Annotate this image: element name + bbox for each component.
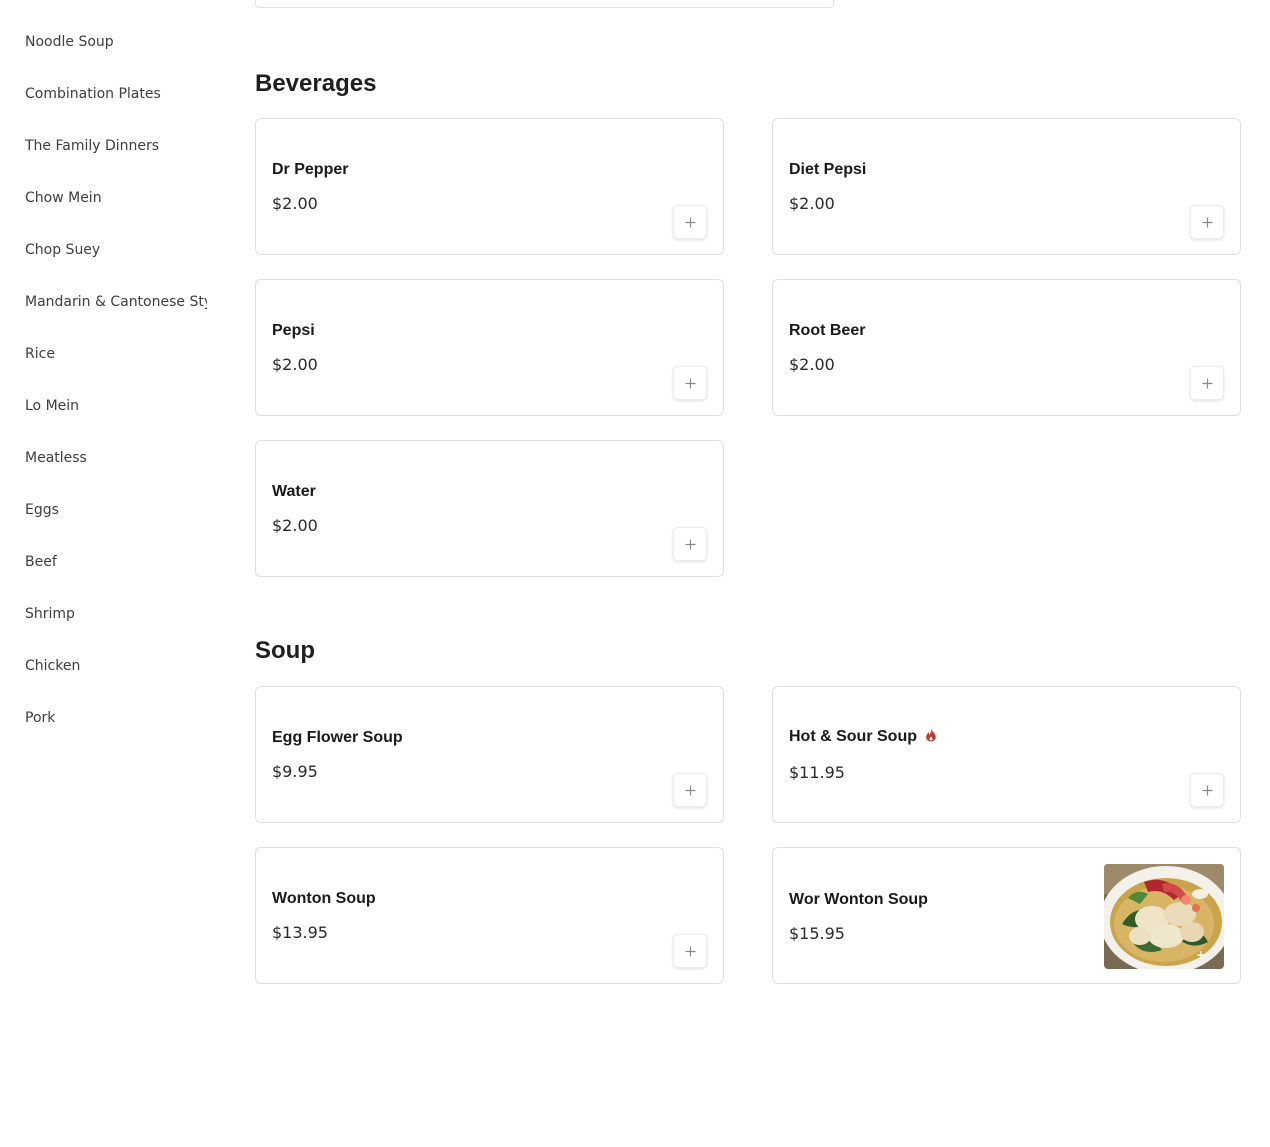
sidebar-item-pork[interactable]: Pork	[25, 706, 207, 730]
item-name: Dr Pepper	[272, 161, 349, 178]
item-price: $2.00	[272, 355, 318, 374]
item-price: $15.95	[789, 924, 845, 943]
plus-icon	[685, 785, 695, 795]
item-price: $2.00	[789, 194, 835, 213]
sidebar-item-rice[interactable]: Rice	[25, 342, 207, 366]
food-photo-image	[1104, 864, 1224, 969]
sidebar-item-mandarin-cantonese[interactable]: Mandarin & Cantonese Style	[25, 290, 207, 314]
plus-icon	[1202, 378, 1212, 388]
plus-icon	[685, 378, 695, 388]
add-item-button[interactable]	[673, 773, 707, 807]
item-name: Wonton Soup	[272, 890, 376, 907]
item-price: $13.95	[272, 923, 328, 942]
add-item-button[interactable]	[1190, 205, 1224, 239]
wonton-soup-photo	[1104, 864, 1224, 969]
menu-item-card-partial[interactable]	[255, 0, 834, 8]
plus-icon	[1202, 217, 1212, 227]
add-item-button[interactable]	[1190, 773, 1224, 807]
plus-icon	[1202, 785, 1212, 795]
section-title-soup: Soup	[255, 637, 315, 664]
item-name: Root Beer	[789, 322, 866, 339]
item-name: Wor Wonton Soup	[789, 891, 928, 908]
add-item-button[interactable]	[673, 527, 707, 561]
plus-icon[interactable]	[1197, 951, 1205, 959]
menu-item-card[interactable]: Hot & Sour Soup $11.95	[772, 686, 1241, 823]
sidebar-item-family-dinners[interactable]: The Family Dinners	[25, 134, 207, 158]
menu-item-card[interactable]: Dr Pepper $2.00	[255, 118, 724, 255]
menu-item-card[interactable]: Diet Pepsi $2.00	[772, 118, 1241, 255]
spicy-flame-icon	[926, 728, 936, 742]
add-item-button[interactable]	[673, 934, 707, 968]
item-price: $2.00	[789, 355, 835, 374]
sidebar-item-eggs[interactable]: Eggs	[25, 498, 207, 522]
menu-item-card[interactable]: Wonton Soup $13.95	[255, 847, 724, 984]
sidebar-item-chop-suey[interactable]: Chop Suey	[25, 238, 207, 262]
sidebar-item-noodle-soup[interactable]: Noodle Soup	[25, 30, 207, 54]
add-item-button[interactable]	[673, 205, 707, 239]
section-title-beverages: Beverages	[255, 70, 377, 97]
item-name-row: Hot & Sour Soup	[789, 727, 937, 747]
item-name: Pepsi	[272, 322, 315, 339]
item-name: Egg Flower Soup	[272, 729, 403, 746]
sidebar-item-lo-mein[interactable]: Lo Mein	[25, 394, 207, 418]
sidebar-item-shrimp[interactable]: Shrimp	[25, 602, 207, 626]
item-name: Hot & Sour Soup	[789, 728, 917, 745]
sidebar-item-meatless[interactable]: Meatless	[25, 446, 207, 470]
item-name: Diet Pepsi	[789, 161, 867, 178]
sidebar-item-chow-mein[interactable]: Chow Mein	[25, 186, 207, 210]
item-price: $2.00	[272, 194, 318, 213]
sidebar-item-combination-plates[interactable]: Combination Plates	[25, 82, 207, 106]
sidebar-item-beef[interactable]: Beef	[25, 550, 207, 574]
category-sidebar: Noodle Soup Combination Plates The Famil…	[0, 0, 207, 1147]
item-name: Water	[272, 483, 316, 500]
sidebar-item-chicken[interactable]: Chicken	[25, 654, 207, 678]
menu-item-card[interactable]: Egg Flower Soup $9.95	[255, 686, 724, 823]
menu-item-card[interactable]: Root Beer $2.00	[772, 279, 1241, 416]
add-item-button[interactable]	[1190, 366, 1224, 400]
add-item-button[interactable]	[673, 366, 707, 400]
menu-item-card[interactable]: Wor Wonton Soup $15.95	[772, 847, 1241, 984]
item-price: $9.95	[272, 762, 318, 781]
plus-icon	[685, 217, 695, 227]
item-price: $11.95	[789, 763, 845, 782]
menu-item-card[interactable]: Water $2.00	[255, 440, 724, 577]
plus-icon	[685, 539, 695, 549]
plus-icon	[685, 946, 695, 956]
item-price: $2.00	[272, 516, 318, 535]
menu-item-card[interactable]: Pepsi $2.00	[255, 279, 724, 416]
